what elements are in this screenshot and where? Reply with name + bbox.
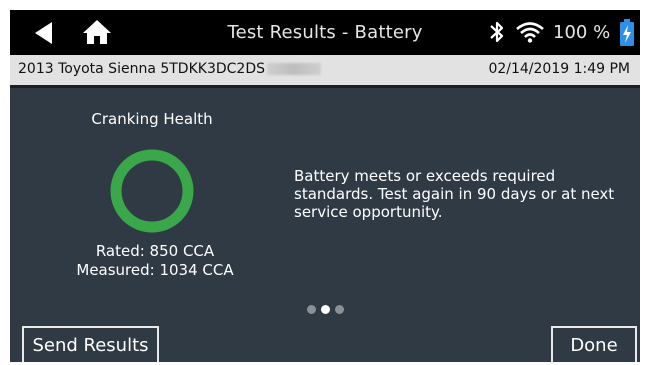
result-message: Battery meets or exceeds required standa…: [294, 167, 615, 221]
page-dot: [321, 305, 330, 314]
status-bar: Test Results - Battery 100 %: [10, 10, 640, 55]
wifi-icon: [515, 21, 545, 43]
bluetooth-icon: [488, 20, 506, 44]
page-indicator: [307, 299, 349, 314]
rated-cca: Rated: 850 CCA: [95, 242, 215, 260]
tester-screen: Test Results - Battery 100 % 2013 Toyota…: [10, 10, 640, 362]
page-dot: [335, 305, 344, 314]
battery-percent: 100 %: [553, 22, 611, 43]
send-results-button[interactable]: Send Results: [22, 326, 159, 362]
cranking-health-label: Cranking Health: [91, 110, 213, 128]
page-title: Test Results - Battery: [227, 22, 423, 43]
health-status-ring-icon: [108, 147, 196, 235]
vehicle-description: 2013 Toyota Sienna 5TDKK3DC2DS: [18, 61, 265, 77]
battery-charging-icon: [619, 19, 635, 47]
done-button[interactable]: Done: [551, 326, 637, 362]
vin-redaction: [267, 63, 321, 75]
vehicle-info: 2013 Toyota Sienna 5TDKK3DC2DS: [18, 61, 321, 77]
vehicle-info-bar: 2013 Toyota Sienna 5TDKK3DC2DS 02/14/201…: [10, 55, 640, 88]
page-dot: [307, 305, 316, 314]
test-datetime: 02/14/2019 1:49 PM: [488, 61, 630, 77]
measured-cca: Measured: 1034 CCA: [76, 261, 234, 279]
